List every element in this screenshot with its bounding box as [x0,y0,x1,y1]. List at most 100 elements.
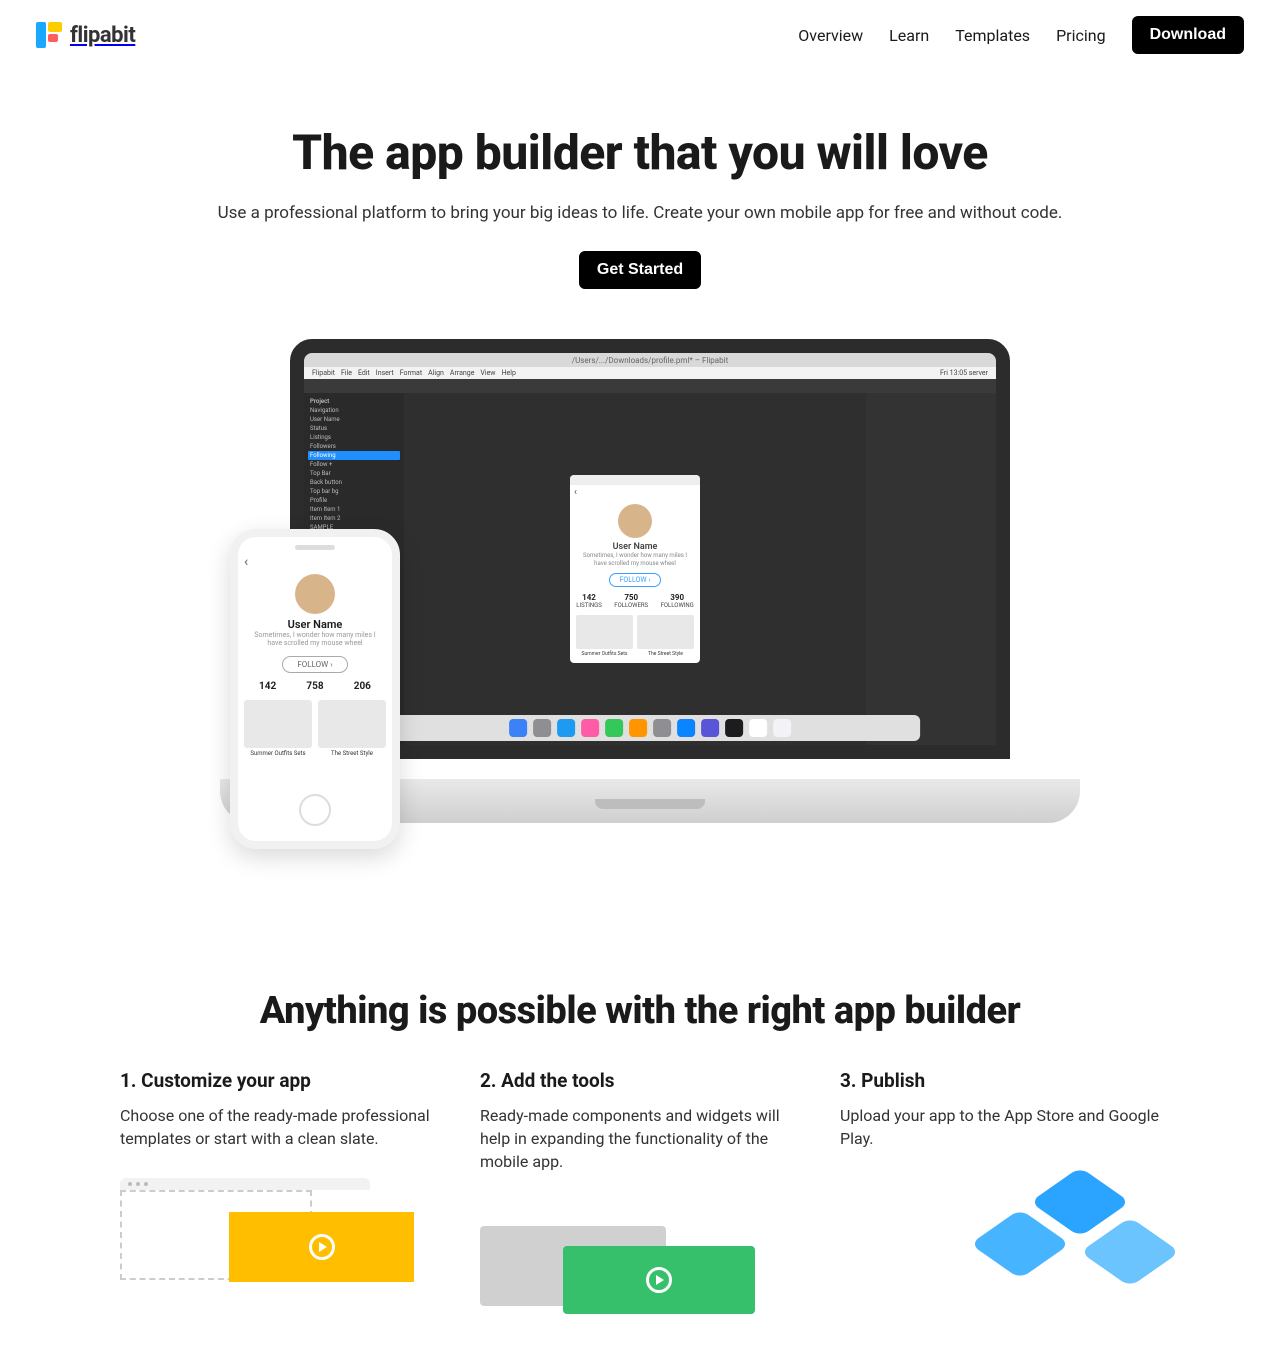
product-mockup: /Users/.../Downloads/profile.pml* – Flip… [170,339,1110,839]
preview-username: User Name [570,542,700,552]
preview-follow-button: FOLLOW › [609,573,662,587]
mac-menu-item: Insert [376,369,394,377]
mac-menu-item: Flipabit [312,369,335,377]
phone-mockup: ‹ User Name Sometimes, I wonder how many… [230,529,400,849]
stat-value: 206 [354,681,371,692]
steps-section: Anything is possible with the right app … [0,989,1280,1356]
phone-back-icon: ‹ [244,554,386,570]
card-image [576,615,633,649]
mac-menu-item: Edit [358,369,370,377]
site-header: flipabit Overview Learn Templates Pricin… [0,0,1280,54]
editor-right-panel [866,393,996,745]
primary-nav: Overview Learn Templates Pricing Downloa… [798,16,1244,54]
mac-menu-item: Format [400,369,422,377]
step-title: 1. Customize your app [120,1069,440,1092]
stat-value: 390 [661,593,694,602]
preview-back-icon: ‹ [570,485,700,500]
left-panel-item: Following [308,451,400,460]
step-illustration [120,1172,440,1292]
preview-avatar [618,504,652,538]
brand-logo[interactable]: flipabit [36,22,135,48]
card-caption: The Street Style [637,651,694,657]
nav-pricing[interactable]: Pricing [1056,26,1106,45]
left-panel-item: Profile [308,496,400,505]
canvas-phone-preview: ‹ User Name Sometimes, I wonder how many… [570,475,700,662]
stat-value: 750 [614,593,648,602]
card-image [318,700,386,748]
step-illustration [480,1196,800,1316]
hero-subtitle: Use a professional platform to bring you… [40,203,1240,223]
dock-app-icon [533,719,551,737]
left-panel-item: Back button [308,478,400,487]
left-panel-item: Navigation [308,406,400,415]
editor-canvas: ‹ User Name Sometimes, I wonder how many… [404,393,866,745]
dock-app-icon [557,719,575,737]
dock-app-icon [701,719,719,737]
mac-dock [380,715,920,741]
mac-status-text: Fri 13:05 server [940,369,988,377]
nav-learn[interactable]: Learn [889,26,929,45]
dock-app-icon [629,719,647,737]
phone-username: User Name [244,618,386,631]
mac-window-title: /Users/.../Downloads/profile.pml* – Flip… [572,356,728,365]
step-1: 1. Customize your app Choose one of the … [120,1069,440,1316]
card-caption: Summer Outfits Sets [576,651,633,657]
download-button[interactable]: Download [1132,16,1244,54]
mac-menu-item: File [341,369,352,377]
card-caption: The Street Style [318,750,386,757]
left-panel-item: Status [308,424,400,433]
dock-app-icon [725,719,743,737]
step-2: 2. Add the tools Ready-made components a… [480,1069,800,1316]
left-panel-item: Follow + [308,460,400,469]
stat-value: 758 [306,681,323,692]
preview-statusbar [570,475,700,485]
dock-app-icon [605,719,623,737]
stat-value: 142 [259,681,276,692]
left-panel-title: Project [308,397,400,406]
steps-heading: Anything is possible with the right app … [120,989,1160,1033]
editor-body: Project Navigation User Name Status List… [304,393,996,745]
dock-app-icon [749,719,767,737]
stat-label: FOLLOWERS [614,602,648,609]
nav-templates[interactable]: Templates [955,26,1030,45]
stat-value: 142 [576,593,602,602]
play-icon [309,1234,335,1260]
stat-label: FOLLOWING [661,602,694,609]
steps-row: 1. Customize your app Choose one of the … [120,1069,1160,1316]
dock-app-icon [653,719,671,737]
left-panel-item: Listings [308,433,400,442]
phone-cards: Summer Outfits Sets The Street Style [244,700,386,757]
card-image [637,615,694,649]
step-title: 2. Add the tools [480,1069,800,1092]
left-panel-item: Item Item 2 [308,514,400,523]
step-body: Choose one of the ready-made professiona… [120,1104,440,1150]
left-panel-item: Top Bar [308,469,400,478]
dock-app-icon [773,719,791,737]
hero-section: The app builder that you will love Use a… [0,54,1280,289]
mac-window-titlebar: /Users/.../Downloads/profile.pml* – Flip… [304,353,996,367]
get-started-button[interactable]: Get Started [579,251,701,289]
mac-menu-item: Align [428,369,444,377]
preview-bio: Sometimes, I wonder how many miles I hav… [570,552,700,566]
phone-bio: Sometimes, I wonder how many miles I hav… [244,631,386,648]
step-body: Upload your app to the App Store and Goo… [840,1104,1160,1150]
phone-follow-button: FOLLOW › [282,656,347,673]
stat-label: LISTINGS [576,602,602,609]
left-panel-item: User Name [308,415,400,424]
step-illustration [840,1172,1160,1292]
laptop-notch [595,799,705,809]
left-panel-item: Item Item 1 [308,505,400,514]
nav-overview[interactable]: Overview [798,26,863,45]
mac-menubar: Flipabit File Edit Insert Format Align A… [304,367,996,379]
phone-avatar [295,574,335,614]
left-panel-item: Top bar bg [308,487,400,496]
dock-app-icon [677,719,695,737]
preview-cards: Summer Outfits Sets The Street Style [570,609,700,663]
step-title: 3. Publish [840,1069,1160,1092]
mac-menu-item: Arrange [450,369,475,377]
step-3: 3. Publish Upload your app to the App St… [840,1069,1160,1316]
step-body: Ready-made components and widgets will h… [480,1104,800,1174]
phone-home-button [299,794,331,826]
editor-toolbar [304,379,996,393]
card-caption: Summer Outfits Sets [244,750,312,757]
